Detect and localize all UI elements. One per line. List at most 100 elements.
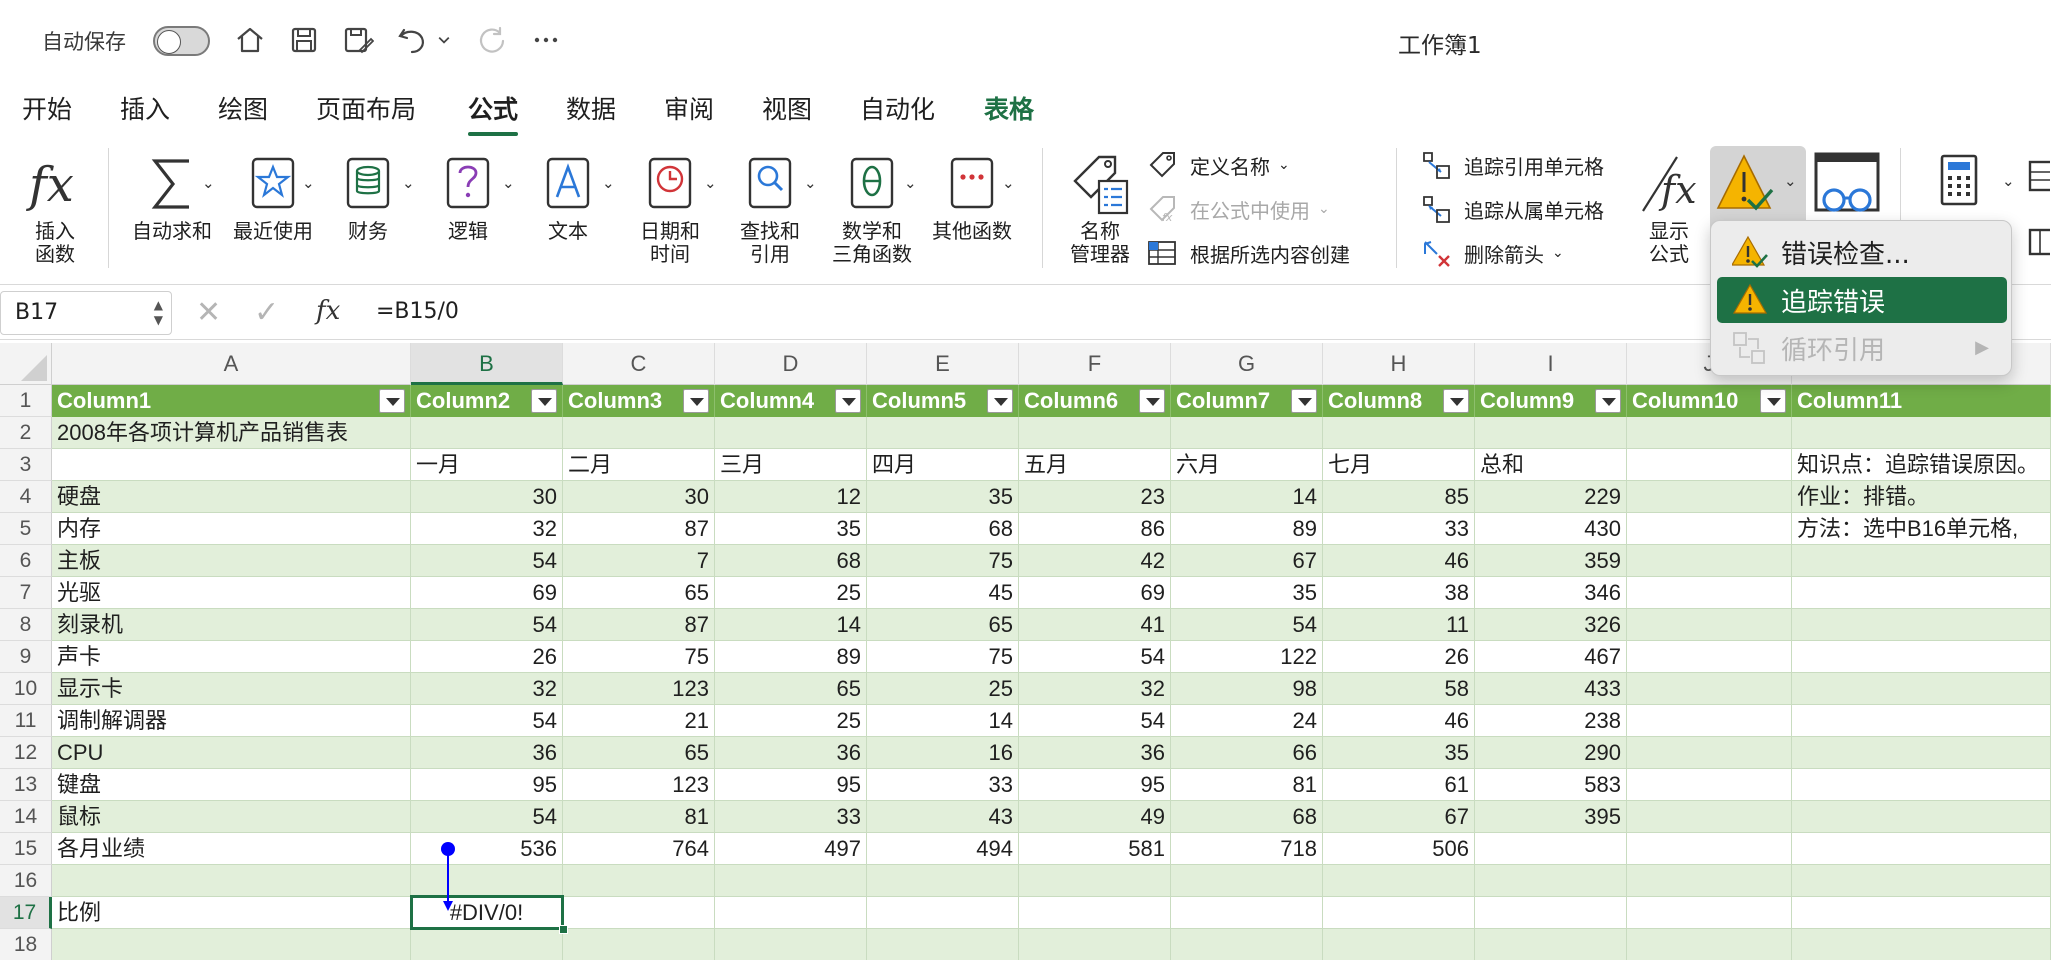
row-header[interactable]: 10 xyxy=(0,673,52,705)
cell[interactable]: 43 xyxy=(867,801,1019,833)
cell[interactable] xyxy=(1627,673,1792,705)
cell[interactable] xyxy=(715,897,867,929)
row-header[interactable]: 7 xyxy=(0,577,52,609)
column-header-g[interactable]: G xyxy=(1171,343,1323,385)
cell[interactable] xyxy=(1792,577,2051,609)
filter-dropdown-icon[interactable] xyxy=(1139,389,1165,413)
cell[interactable]: 26 xyxy=(1323,641,1475,673)
cell[interactable] xyxy=(1792,737,2051,769)
tab-home[interactable]: 开始 xyxy=(22,90,72,126)
calculate-sheet-icon[interactable] xyxy=(2026,226,2050,258)
cell[interactable] xyxy=(867,865,1019,897)
name-box-stepper-icon[interactable]: ▲ ▼ xyxy=(154,298,163,328)
undo-icon[interactable] xyxy=(394,22,430,58)
cell[interactable] xyxy=(1792,609,2051,641)
remove-arrows-button[interactable]: 删除箭头 ⌄ xyxy=(1420,238,1564,268)
cell[interactable] xyxy=(1171,865,1323,897)
menu-item-trace-error[interactable]: 追踪错误 xyxy=(1717,277,2007,323)
cell[interactable] xyxy=(1627,513,1792,545)
cell[interactable] xyxy=(1792,897,2051,929)
filter-dropdown-icon[interactable] xyxy=(1760,389,1786,413)
datetime-button[interactable]: 日期和 时间 xyxy=(628,148,712,266)
cell[interactable] xyxy=(563,865,715,897)
row-header[interactable]: 9 xyxy=(0,641,52,673)
cell[interactable] xyxy=(563,417,715,449)
cell[interactable]: 32 xyxy=(411,673,563,705)
cell[interactable]: 内存 xyxy=(52,513,411,545)
cell[interactable]: 五月 xyxy=(1019,449,1171,481)
cell[interactable]: 54 xyxy=(411,545,563,577)
cell[interactable]: 69 xyxy=(411,577,563,609)
calculation-options-dropdown-icon[interactable]: ⌄ xyxy=(2002,172,2015,190)
cell[interactable]: 鼠标 xyxy=(52,801,411,833)
cell[interactable]: 718 xyxy=(1171,833,1323,865)
select-all-button[interactable] xyxy=(0,343,52,385)
filter-dropdown-icon[interactable] xyxy=(1595,389,1621,413)
cell[interactable] xyxy=(1792,673,2051,705)
lookup-button[interactable]: 查找和 引用 xyxy=(728,148,812,266)
cell[interactable]: 54 xyxy=(411,705,563,737)
watch-window-icon[interactable] xyxy=(1812,150,1882,220)
financial-dropdown-icon[interactable]: ⌄ xyxy=(402,174,415,192)
cell[interactable]: 12 xyxy=(715,481,867,513)
cell[interactable]: 33 xyxy=(715,801,867,833)
cell[interactable]: 35 xyxy=(1171,577,1323,609)
cell[interactable]: 调制解调器 xyxy=(52,705,411,737)
cell[interactable]: 三月 xyxy=(715,449,867,481)
filter-dropdown-icon[interactable] xyxy=(683,389,709,413)
cell[interactable] xyxy=(1627,417,1792,449)
cell[interactable]: 61 xyxy=(1323,769,1475,801)
cell[interactable]: 21 xyxy=(563,705,715,737)
cell[interactable]: 433 xyxy=(1475,673,1627,705)
cell[interactable]: 35 xyxy=(1323,737,1475,769)
cell[interactable]: 89 xyxy=(1171,513,1323,545)
math-dropdown-icon[interactable]: ⌄ xyxy=(904,174,917,192)
save-as-icon[interactable] xyxy=(340,22,376,58)
save-icon[interactable] xyxy=(286,22,322,58)
calculator-icon[interactable] xyxy=(1938,150,1984,214)
cell[interactable] xyxy=(1627,833,1792,865)
cell[interactable]: 36 xyxy=(1019,737,1171,769)
row-header[interactable]: 2 xyxy=(0,417,52,449)
cell[interactable]: 536 xyxy=(411,833,563,865)
cell[interactable]: 68 xyxy=(715,545,867,577)
filter-dropdown-icon[interactable] xyxy=(835,389,861,413)
cell[interactable]: 65 xyxy=(563,737,715,769)
cell[interactable]: 58 xyxy=(1323,673,1475,705)
cell[interactable]: 25 xyxy=(715,705,867,737)
insert-function-button[interactable]: fx 插入 函数 xyxy=(18,148,92,266)
cell[interactable]: 35 xyxy=(867,481,1019,513)
cell[interactable] xyxy=(1627,769,1792,801)
cell[interactable]: 24 xyxy=(1171,705,1323,737)
formula-input[interactable]: =B15/0 xyxy=(376,299,459,324)
column-header-a[interactable]: A xyxy=(52,343,411,385)
cell[interactable] xyxy=(1627,929,1792,960)
cell[interactable] xyxy=(1323,865,1475,897)
cell[interactable]: 23 xyxy=(1019,481,1171,513)
cell[interactable]: 81 xyxy=(1171,769,1323,801)
row-header[interactable]: 16 xyxy=(0,865,52,897)
row-header[interactable]: 3 xyxy=(0,449,52,481)
cell[interactable]: 14 xyxy=(715,609,867,641)
cell[interactable]: 36 xyxy=(411,737,563,769)
cell[interactable] xyxy=(1171,929,1323,960)
cell[interactable]: 32 xyxy=(1019,673,1171,705)
cell[interactable] xyxy=(1171,897,1323,929)
cell[interactable]: 49 xyxy=(1019,801,1171,833)
cell[interactable] xyxy=(1171,417,1323,449)
cell[interactable]: 主板 xyxy=(52,545,411,577)
cell[interactable]: 显示卡 xyxy=(52,673,411,705)
cell[interactable]: 494 xyxy=(867,833,1019,865)
financial-button[interactable]: 财务 xyxy=(330,148,406,243)
cell[interactable] xyxy=(1627,801,1792,833)
cell[interactable]: 68 xyxy=(867,513,1019,545)
row-header[interactable]: 5 xyxy=(0,513,52,545)
cell[interactable]: 7 xyxy=(563,545,715,577)
create-from-selection-button[interactable]: 根据所选内容创建 xyxy=(1146,238,1350,268)
more-functions-dropdown-icon[interactable]: ⌄ xyxy=(1002,174,1015,192)
cell[interactable]: 比例 xyxy=(52,897,411,929)
cell[interactable] xyxy=(1627,609,1792,641)
cell[interactable]: 229 xyxy=(1475,481,1627,513)
tab-data[interactable]: 数据 xyxy=(566,90,616,126)
cell[interactable]: 25 xyxy=(867,673,1019,705)
